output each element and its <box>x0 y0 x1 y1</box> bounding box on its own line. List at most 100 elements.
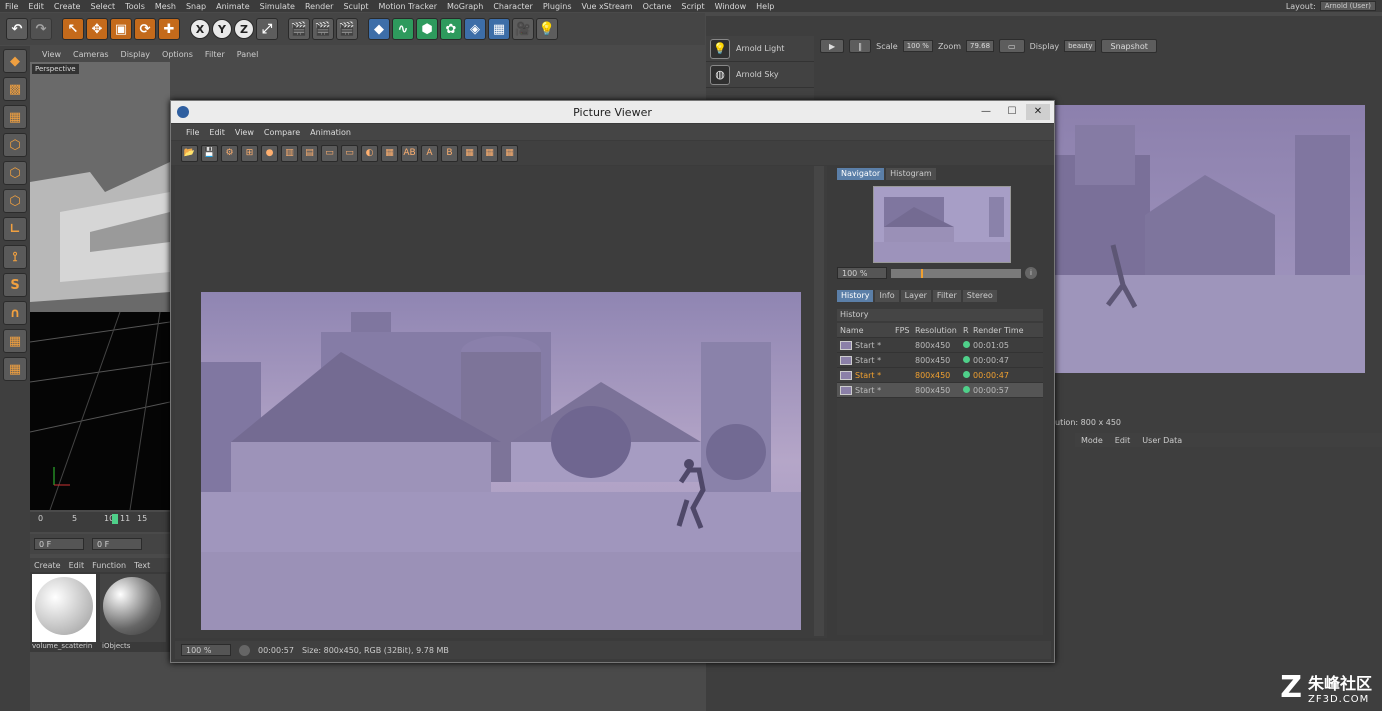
scale-field[interactable]: 100 % <box>902 40 933 52</box>
light-icon[interactable]: 💡 <box>536 18 558 40</box>
tab-stereo[interactable]: Stereo <box>962 290 997 302</box>
settings-icon[interactable]: ⚙ <box>221 144 238 162</box>
render-picture-viewer-icon[interactable]: 🎬 <box>312 18 334 40</box>
history-row[interactable]: Start * 800x450 00:00:47 <box>837 353 1043 368</box>
menu-snap[interactable]: Snap <box>181 2 211 11</box>
menu-render[interactable]: Render <box>300 2 338 11</box>
layout-dropdown[interactable]: Arnold (User) <box>1319 1 1376 11</box>
viewport-menu-display[interactable]: Display <box>115 50 157 59</box>
pause-icon[interactable]: ∥ <box>849 39 872 53</box>
status-zoom-field[interactable]: 100 % <box>181 644 231 656</box>
menu-file[interactable]: File <box>0 2 23 11</box>
col-resolution[interactable]: Resolution <box>915 326 963 335</box>
cube-icon[interactable]: ◆ <box>368 18 390 40</box>
pv-menu-file[interactable]: File <box>181 128 204 137</box>
y-axis-icon[interactable]: Y <box>212 19 232 39</box>
tweak-mode-icon[interactable]: ⟟ <box>3 245 27 269</box>
perspective-viewport[interactable]: Perspective <box>30 62 170 510</box>
layers-icon[interactable]: ▦ <box>481 144 498 162</box>
col-fps[interactable]: FPS <box>895 326 915 335</box>
render-settings-icon[interactable]: 🎬 <box>336 18 358 40</box>
pv-menu-view[interactable]: View <box>230 128 259 137</box>
mat-menu-function[interactable]: Function <box>88 561 130 570</box>
object-row-sky[interactable]: ◍ Arnold Sky <box>706 62 814 88</box>
vertical-scrollbar[interactable] <box>814 166 824 636</box>
set-a-icon[interactable]: ▭ <box>321 144 338 162</box>
menu-sculpt[interactable]: Sculpt <box>338 2 373 11</box>
points-mode-icon[interactable]: ⬡ <box>3 133 27 157</box>
x-axis-icon[interactable]: X <box>190 19 210 39</box>
tab-histogram[interactable]: Histogram <box>886 168 936 180</box>
viewport-menu-cameras[interactable]: Cameras <box>67 50 115 59</box>
mat-menu-text[interactable]: Text <box>130 561 154 570</box>
tab-navigator[interactable]: Navigator <box>837 168 885 180</box>
spline-pen-icon[interactable]: ∿ <box>392 18 414 40</box>
frame-current-field[interactable]: 0 F <box>92 538 142 550</box>
camera-icon[interactable]: 🎥 <box>512 18 534 40</box>
tab-filter[interactable]: Filter <box>932 290 961 302</box>
maximize-icon[interactable]: ☐ <box>1000 104 1024 120</box>
tab-layer[interactable]: Layer <box>900 290 931 302</box>
col-r[interactable]: R <box>963 326 973 335</box>
region-icon[interactable]: ▭ <box>999 39 1025 53</box>
attr-menu-mode[interactable]: Mode <box>1075 436 1109 445</box>
undo-icon[interactable]: ↶ <box>6 18 28 40</box>
menu-plugins[interactable]: Plugins <box>538 2 577 11</box>
menu-window[interactable]: Window <box>710 2 752 11</box>
viewport-menu-options[interactable]: Options <box>156 50 199 59</box>
split-icon[interactable]: ▦ <box>381 144 398 162</box>
region-render-icon[interactable]: ⊞ <box>241 144 258 162</box>
texture-mode-icon[interactable]: ▩ <box>3 77 27 101</box>
playhead[interactable] <box>112 514 118 524</box>
frame-start-field[interactable]: 0 F <box>34 538 84 550</box>
render-view-icon[interactable]: 🎬 <box>288 18 310 40</box>
window-titlebar[interactable]: Picture Viewer <box>171 101 1054 123</box>
menu-create[interactable]: Create <box>49 2 86 11</box>
floor-icon[interactable]: ▦ <box>488 18 510 40</box>
menu-help[interactable]: Help <box>751 2 779 11</box>
nav-zoom-slider[interactable] <box>891 268 1021 278</box>
a-icon[interactable]: A <box>421 144 438 162</box>
attr-menu-user-data[interactable]: User Data <box>1136 436 1188 445</box>
grid-snap-icon[interactable]: ▦ <box>3 357 27 381</box>
menu-mograph[interactable]: MoGraph <box>442 2 488 11</box>
ab-compare-icon[interactable]: ▥ <box>281 144 298 162</box>
picture-viewer-canvas[interactable] <box>175 166 827 638</box>
minimize-icon[interactable]: — <box>974 104 998 120</box>
snap-icon[interactable]: S <box>3 273 27 297</box>
rotate-tool-icon[interactable]: ⟳ <box>134 18 156 40</box>
array-icon[interactable]: ✿ <box>440 18 462 40</box>
ab-swap-icon[interactable]: ▤ <box>301 144 318 162</box>
viewport-menu-view[interactable]: View <box>36 50 67 59</box>
open-icon[interactable]: 📂 <box>181 144 198 162</box>
history-row-selected[interactable]: Start * 800x450 00:00:57 <box>837 383 1043 398</box>
workplane-icon[interactable]: ▦ <box>3 105 27 129</box>
mat-menu-create[interactable]: Create <box>30 561 65 570</box>
edges-mode-icon[interactable]: ⬡ <box>3 161 27 185</box>
b-icon[interactable]: B <box>441 144 458 162</box>
menu-animate[interactable]: Animate <box>211 2 255 11</box>
subdivision-icon[interactable]: ⬢ <box>416 18 438 40</box>
menu-edit[interactable]: Edit <box>23 2 49 11</box>
coordinate-system-icon[interactable]: ⤢ <box>256 18 278 40</box>
menu-octane[interactable]: Octane <box>638 2 677 11</box>
pv-menu-edit[interactable]: Edit <box>204 128 230 137</box>
set-b-icon[interactable]: ▭ <box>341 144 358 162</box>
col-name[interactable]: Name <box>837 326 895 335</box>
lock-workplane-icon[interactable]: ▦ <box>3 329 27 353</box>
move-tool-icon[interactable]: ✥ <box>86 18 108 40</box>
tab-info[interactable]: Info <box>875 290 899 302</box>
play-icon[interactable]: ▶ <box>820 39 845 53</box>
menu-motion-tracker[interactable]: Motion Tracker <box>373 2 442 11</box>
menu-character[interactable]: Character <box>488 2 538 11</box>
channels-icon[interactable]: ▦ <box>461 144 478 162</box>
add-tool-icon[interactable]: ✚ <box>158 18 180 40</box>
save-icon[interactable]: 💾 <box>201 144 218 162</box>
close-icon[interactable]: ✕ <box>1026 104 1050 120</box>
viewport-menu-filter[interactable]: Filter <box>199 50 231 59</box>
history-row[interactable]: Start * 800x450 00:01:05 <box>837 338 1043 353</box>
scale-tool-icon[interactable]: ▣ <box>110 18 132 40</box>
menu-tools[interactable]: Tools <box>120 2 150 11</box>
info-icon[interactable]: i <box>1025 267 1037 279</box>
object-row-light[interactable]: 💡 Arnold Light <box>706 36 814 62</box>
